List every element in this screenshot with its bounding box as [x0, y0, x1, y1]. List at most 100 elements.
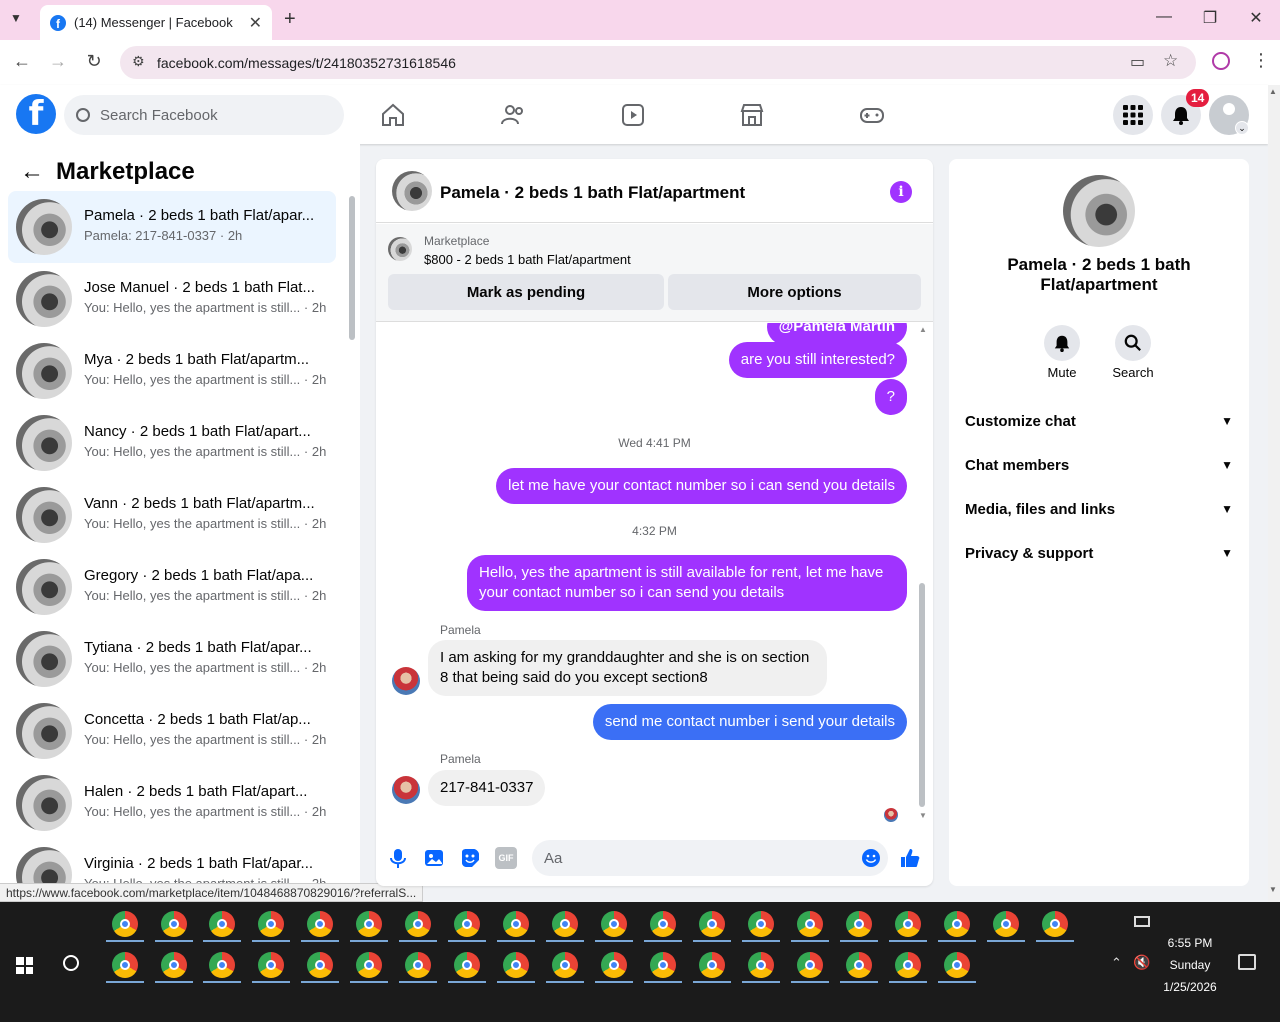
chrome-taskbar-icon[interactable]	[307, 952, 333, 978]
chrome-taskbar-icon[interactable]	[503, 911, 529, 937]
chrome-taskbar-icon[interactable]	[650, 911, 676, 937]
chat-members-row[interactable]: Chat members ▼	[965, 443, 1233, 487]
account-avatar[interactable]: ⌄	[1209, 95, 1249, 135]
sender-avatar[interactable]	[392, 667, 420, 695]
chrome-taskbar-icon[interactable]	[405, 911, 431, 937]
chevron-down-icon[interactable]: ⌄	[1235, 121, 1249, 135]
install-app-icon[interactable]: ▭	[1130, 52, 1145, 72]
network-icon[interactable]	[1134, 916, 1150, 927]
privacy-support-row[interactable]: Privacy & support ▼	[965, 531, 1233, 575]
video-icon[interactable]	[620, 102, 646, 128]
scroll-up-icon[interactable]: ▲	[1269, 87, 1277, 96]
system-clock[interactable]: 6:55 PM Sunday 1/25/2026	[1150, 932, 1230, 998]
chrome-taskbar-icon[interactable]	[797, 952, 823, 978]
contact-avatar[interactable]	[1063, 175, 1135, 247]
emoji-icon[interactable]	[860, 847, 882, 869]
chrome-taskbar-icon[interactable]	[699, 911, 725, 937]
conversation-item[interactable]: Pamela · 2 beds 1 bath Flat/apar... Pame…	[8, 191, 336, 263]
address-bar[interactable]: ⚙ facebook.com/messages/t/24180352731618…	[120, 46, 1196, 79]
friends-icon[interactable]	[500, 102, 526, 128]
mute-button[interactable]	[1044, 325, 1080, 361]
scroll-down-icon[interactable]: ▼	[1269, 885, 1277, 894]
chrome-taskbar-icon[interactable]	[454, 952, 480, 978]
conversation-item[interactable]: Halen · 2 beds 1 bath Flat/apart... You:…	[8, 767, 336, 839]
chrome-taskbar-icon[interactable]	[112, 952, 138, 978]
info-icon[interactable]: i	[890, 181, 912, 203]
conversation-item[interactable]: Concetta · 2 beds 1 bath Flat/ap... You:…	[8, 695, 336, 767]
conversation-item[interactable]: Vann · 2 beds 1 bath Flat/apartm... You:…	[8, 479, 336, 551]
chrome-taskbar-icon[interactable]	[895, 952, 921, 978]
list-scrollbar[interactable]	[349, 196, 355, 340]
listing-title[interactable]: $800 - 2 beds 1 bath Flat/apartment	[424, 252, 631, 267]
chat-avatar[interactable]	[392, 171, 432, 211]
facebook-search-input[interactable]: Search Facebook	[64, 95, 344, 135]
chat-title[interactable]: Pamela · 2 beds 1 bath Flat/apartment	[440, 183, 745, 203]
chrome-taskbar-icon[interactable]	[699, 952, 725, 978]
chrome-taskbar-icon[interactable]	[209, 911, 235, 937]
chrome-taskbar-icon[interactable]	[209, 952, 235, 978]
browser-menu-icon[interactable]: ⋮	[1252, 50, 1270, 71]
chrome-taskbar-icon[interactable]	[356, 952, 382, 978]
site-info-icon[interactable]: ⚙	[132, 53, 145, 70]
chrome-taskbar-icon[interactable]	[552, 911, 578, 937]
search-circle-icon[interactable]	[63, 955, 79, 971]
menu-grid-button[interactable]	[1113, 95, 1153, 135]
back-icon[interactable]: ←	[10, 51, 34, 72]
chrome-taskbar-icon[interactable]	[454, 911, 480, 937]
microphone-icon[interactable]	[387, 847, 409, 869]
facebook-logo-icon[interactable]: f	[16, 94, 56, 134]
chrome-taskbar-icon[interactable]	[307, 911, 333, 937]
chat-scrollbar[interactable]	[919, 583, 925, 807]
chrome-taskbar-icon[interactable]	[944, 952, 970, 978]
chrome-taskbar-icon[interactable]	[895, 911, 921, 937]
photo-icon[interactable]	[423, 847, 445, 869]
home-icon[interactable]	[380, 102, 406, 128]
tab-close-icon[interactable]: ✕	[249, 13, 262, 33]
chrome-taskbar-icon[interactable]	[993, 911, 1019, 937]
chrome-taskbar-icon[interactable]	[356, 911, 382, 937]
chrome-taskbar-icon[interactable]	[944, 911, 970, 937]
chrome-taskbar-icon[interactable]	[161, 911, 187, 937]
profile-icon[interactable]	[1212, 52, 1230, 70]
conversation-item[interactable]: Nancy · 2 beds 1 bath Flat/apart... You:…	[8, 407, 336, 479]
new-tab-icon[interactable]: +	[284, 8, 296, 31]
chrome-taskbar-icon[interactable]	[797, 911, 823, 937]
scroll-up-icon[interactable]: ▲	[919, 325, 927, 334]
chrome-taskbar-icon[interactable]	[748, 911, 774, 937]
chrome-taskbar-icon[interactable]	[258, 952, 284, 978]
scroll-down-icon[interactable]: ▼	[919, 811, 927, 820]
chrome-taskbar-icon[interactable]	[1042, 911, 1068, 937]
search-chat-button[interactable]	[1115, 325, 1151, 361]
chrome-taskbar-icon[interactable]	[552, 952, 578, 978]
action-center-icon[interactable]	[1238, 954, 1256, 970]
listing-thumbnail[interactable]	[388, 237, 412, 261]
chrome-taskbar-icon[interactable]	[405, 952, 431, 978]
bookmark-star-icon[interactable]: ☆	[1163, 51, 1178, 71]
conversation-item[interactable]: Jose Manuel · 2 beds 1 bath Flat... You:…	[8, 263, 336, 335]
more-options-button[interactable]: More options	[668, 274, 921, 310]
media-files-links-row[interactable]: Media, files and links ▼	[965, 487, 1233, 531]
reload-icon[interactable]: ↻	[82, 51, 106, 72]
gif-icon[interactable]: GIF	[495, 847, 517, 869]
customize-chat-row[interactable]: Customize chat ▼	[965, 399, 1233, 443]
forward-icon[interactable]: →	[46, 51, 70, 72]
chrome-taskbar-icon[interactable]	[601, 911, 627, 937]
message-input[interactable]	[532, 840, 888, 876]
sticker-icon[interactable]	[459, 847, 481, 869]
chrome-taskbar-icon[interactable]	[650, 952, 676, 978]
conversation-item[interactable]: Tytiana · 2 beds 1 bath Flat/apar... You…	[8, 623, 336, 695]
marketplace-icon[interactable]	[739, 102, 765, 128]
sender-avatar[interactable]	[392, 776, 420, 804]
volume-muted-icon[interactable]: 🔇	[1133, 954, 1150, 971]
tab-search-chevron-icon[interactable]: ▼	[10, 11, 22, 25]
chrome-taskbar-icon[interactable]	[846, 952, 872, 978]
minimize-icon[interactable]: —	[1144, 8, 1184, 26]
thumbs-up-icon[interactable]	[899, 847, 921, 869]
back-arrow-icon[interactable]: ←	[20, 158, 44, 186]
window-close-icon[interactable]: ✕	[1236, 8, 1276, 28]
conversation-item[interactable]: Mya · 2 beds 1 bath Flat/apartm... You: …	[8, 335, 336, 407]
chrome-taskbar-icon[interactable]	[503, 952, 529, 978]
windows-start-icon[interactable]	[16, 957, 33, 974]
chevron-up-icon[interactable]: ⌃	[1111, 955, 1122, 971]
chrome-taskbar-icon[interactable]	[748, 952, 774, 978]
